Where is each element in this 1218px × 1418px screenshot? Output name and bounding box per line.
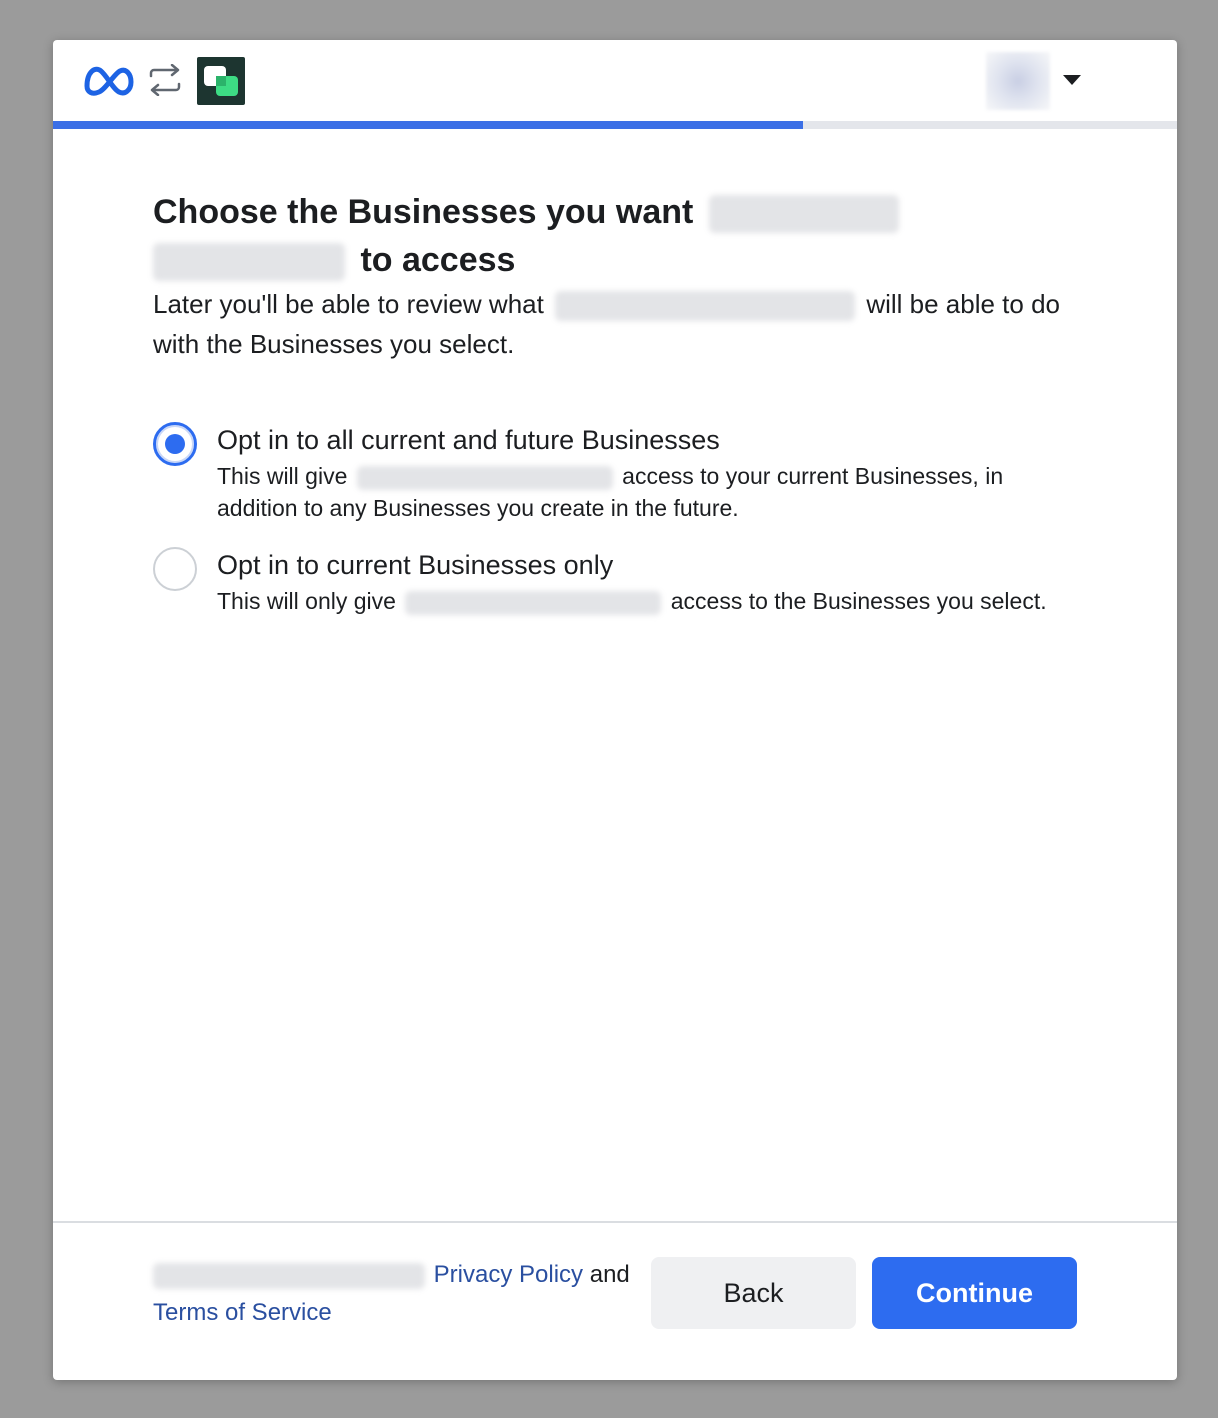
progress-bar (53, 121, 1177, 129)
chevron-down-icon[interactable] (1063, 75, 1081, 85)
dialog-header (53, 40, 1177, 122)
page-subtitle: Later you'll be able to review what will… (153, 284, 1073, 364)
option-all-businesses[interactable]: Opt in to all current and future Busines… (153, 422, 1073, 532)
title-text-end: to access (360, 241, 516, 279)
title-text-start: Choose the Businesses you want (153, 193, 694, 231)
consent-dialog: Choose the Businesses you want to access… (53, 40, 1177, 1380)
redacted-app-name (555, 291, 856, 322)
redacted-app-name (153, 1262, 425, 1289)
swap-arrows-icon (149, 64, 181, 96)
option-label: Opt in to all current and future Busines… (217, 425, 720, 455)
option-description-end: access to the Businesses you select. (670, 588, 1047, 614)
meta-logo (84, 66, 134, 96)
option-description-start: This will give (217, 463, 348, 489)
footer-and-text: and (589, 1261, 630, 1288)
back-button[interactable]: Back (651, 1257, 856, 1329)
progress-bar-fill (53, 121, 803, 129)
app-logo (197, 57, 245, 105)
avatar[interactable] (986, 52, 1050, 110)
terms-of-service-link[interactable]: Terms of Service (153, 1299, 332, 1326)
option-description: This will only give access to the Busine… (217, 585, 1077, 617)
footer-legal-text: Privacy Policy and Terms of Service (153, 1256, 643, 1332)
page-title: Choose the Businesses you want to access (153, 188, 973, 284)
footer-divider (53, 1221, 1177, 1223)
redacted-app-name (153, 243, 345, 282)
option-description: This will give access to your current Bu… (217, 460, 1077, 524)
redacted-app-name (708, 195, 899, 234)
option-label: Opt in to current Businesses only (217, 550, 614, 580)
privacy-policy-link[interactable]: Privacy Policy (434, 1261, 583, 1288)
option-description-start: This will only give (217, 588, 396, 614)
option-current-businesses[interactable]: Opt in to current Businesses only This w… (153, 547, 1073, 627)
redacted-app-name (405, 590, 662, 615)
redacted-app-name (356, 465, 613, 490)
subtitle-text-start: Later you'll be able to review what (153, 289, 544, 319)
continue-button[interactable]: Continue (872, 1257, 1077, 1329)
radio-current-businesses[interactable] (153, 547, 197, 591)
radio-all-businesses[interactable] (153, 422, 197, 466)
